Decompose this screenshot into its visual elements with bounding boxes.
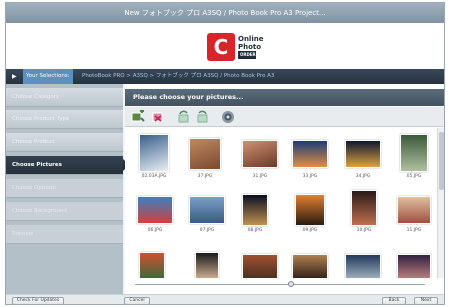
back-button[interactable]: Back: [382, 297, 406, 304]
thumbnail-caption: 07.JPG: [199, 228, 215, 233]
thumbnail-image: [345, 140, 381, 168]
thumbnail-image: [139, 252, 165, 278]
thumbnail-caption: 37.JPG: [197, 174, 213, 179]
bottom-button-bar: Check For Updates Cancel Back Next: [6, 294, 444, 304]
picture-panel-header: Please choose your pictures...: [125, 89, 444, 106]
thumbnail-image: [292, 140, 328, 168]
thumbnail-caption: 33.JPG: [302, 174, 318, 179]
thumbnail-image: [295, 194, 325, 226]
add-pictures-icon[interactable]: [131, 110, 145, 124]
thumbnail-caption: 05.JPG: [406, 174, 422, 179]
picture-thumbnail[interactable]: 08.JPG: [242, 194, 268, 234]
gallery-scrollbar[interactable]: [437, 128, 444, 278]
thumbnail-caption: 31.JPG: [252, 174, 268, 179]
picture-thumbnail[interactable]: [195, 252, 219, 278]
thumbnail-image: [351, 190, 377, 226]
breadcrumb-path[interactable]: PhotoBook PRO > A3SQ > フォトブック プロ A3SQ / …: [82, 69, 274, 84]
picture-thumbnail[interactable]: 07.JPG: [189, 196, 225, 234]
step-choose-pictures[interactable]: Choose Pictures: [6, 156, 129, 175]
picture-thumbnail[interactable]: [242, 254, 278, 278]
check-for-updates-button[interactable]: Check For Updates: [12, 297, 64, 304]
next-button[interactable]: Next: [414, 297, 438, 304]
thumbnail-caption: 06.JPG: [147, 228, 163, 233]
thumbnail-image: [292, 254, 328, 278]
picture-thumbnail[interactable]: [292, 254, 328, 278]
step-label: Choose Product: [12, 139, 55, 145]
rotate-right-icon[interactable]: [195, 110, 209, 124]
picture-thumbnail[interactable]: 05.JPG: [400, 134, 428, 180]
breadcrumb-arrow-icon: ▶: [12, 73, 17, 80]
logo-line-1: Online: [238, 35, 264, 43]
remove-picture-icon[interactable]: [151, 110, 165, 124]
thumbnail-image: [397, 196, 431, 224]
thumbnail-image: [195, 252, 219, 278]
thumbnail-image: [189, 196, 225, 224]
picture-thumbnail[interactable]: [345, 254, 381, 278]
picture-toolbar: [125, 107, 444, 127]
thumbnail-image: [242, 254, 278, 278]
main-panel: Please choose your pictures... 02,03A.JP…: [125, 84, 444, 294]
picture-thumbnail[interactable]: 34.JPG: [345, 140, 381, 180]
thumbnail-image: [345, 254, 381, 278]
step-label: Choose Options: [12, 185, 56, 191]
thumbnail-image: [137, 196, 173, 224]
scrollbar-thumb[interactable]: [439, 132, 444, 190]
thumbnail-image: [242, 140, 278, 168]
app-window: New フォトブック プロ A3SQ / Photo Book Pro A3 P…: [5, 2, 445, 305]
step-label: Choose Background: [12, 208, 67, 214]
step-choose-category[interactable]: Choose Category: [6, 88, 123, 107]
thumbnail-image: [139, 134, 169, 172]
thumbnail-image: [189, 138, 221, 170]
thumbnail-caption: 02,03A.JPG: [141, 174, 167, 179]
picture-thumbnail[interactable]: 33.JPG: [292, 140, 328, 180]
slider-knob[interactable]: [288, 281, 294, 287]
step-label: Preview: [12, 231, 34, 237]
picture-thumbnail[interactable]: 37.JPG: [189, 138, 221, 180]
step-label: Choose Category: [12, 94, 60, 100]
thumbnail-caption: 10.JPG: [356, 228, 372, 233]
step-label: Choose Pictures: [12, 162, 62, 168]
breadcrumb-label: Your Selections:: [23, 69, 73, 84]
thumbnail-caption: 34.JPG: [355, 174, 371, 179]
header-banner: C Online Photo ORDER: [6, 23, 444, 69]
wizard-steps-sidebar: Choose Category Choose Product Type Choo…: [6, 84, 129, 294]
picture-gallery: 02,03A.JPG 37.JPG 31.JPG 33.JPG 34.JPG 0…: [125, 128, 437, 278]
picture-thumbnail[interactable]: [397, 254, 431, 278]
thumbnail-caption: 08.JPG: [247, 228, 263, 233]
step-choose-background: Choose Background: [6, 202, 123, 221]
thumbnail-caption: 11.JPG: [406, 228, 422, 233]
picture-thumbnail[interactable]: 06.JPG: [137, 196, 173, 234]
online-photo-logo-icon: C: [207, 33, 235, 61]
logo-line-2: Photo: [238, 43, 262, 51]
picture-thumbnail[interactable]: 10.JPG: [351, 190, 377, 234]
thumbnail-caption: 09.JPG: [302, 228, 318, 233]
step-choose-product[interactable]: Choose Product: [6, 133, 123, 152]
window-titlebar: New フォトブック プロ A3SQ / Photo Book Pro A3 P…: [6, 3, 444, 23]
cancel-button[interactable]: Cancel: [124, 297, 150, 304]
picture-thumbnail[interactable]: 31.JPG: [242, 140, 278, 180]
breadcrumb: ▶ Your Selections: PhotoBook PRO > A3SQ …: [6, 69, 444, 84]
thumbnail-image: [242, 194, 268, 226]
picture-thumbnail[interactable]: 09.JPG: [295, 194, 325, 234]
picture-thumbnail[interactable]: 11.JPG: [397, 196, 431, 234]
step-choose-options: Choose Options: [6, 179, 123, 198]
thumbnail-image: [397, 254, 431, 278]
rotate-left-icon[interactable]: [177, 110, 191, 124]
thumbnail-image: [400, 134, 428, 172]
step-label: Choose Product Type: [12, 116, 70, 122]
picture-thumbnail[interactable]: 02,03A.JPG: [139, 134, 169, 180]
thumbnail-size-slider[interactable]: [135, 284, 425, 285]
logo-line-3: ORDER: [238, 51, 256, 59]
logo-text: Online Photo ORDER: [238, 35, 272, 59]
settings-icon[interactable]: [221, 110, 235, 124]
step-preview: Preview: [6, 225, 123, 244]
picture-thumbnail[interactable]: [139, 252, 165, 278]
step-choose-product-type[interactable]: Choose Product Type: [6, 110, 123, 129]
